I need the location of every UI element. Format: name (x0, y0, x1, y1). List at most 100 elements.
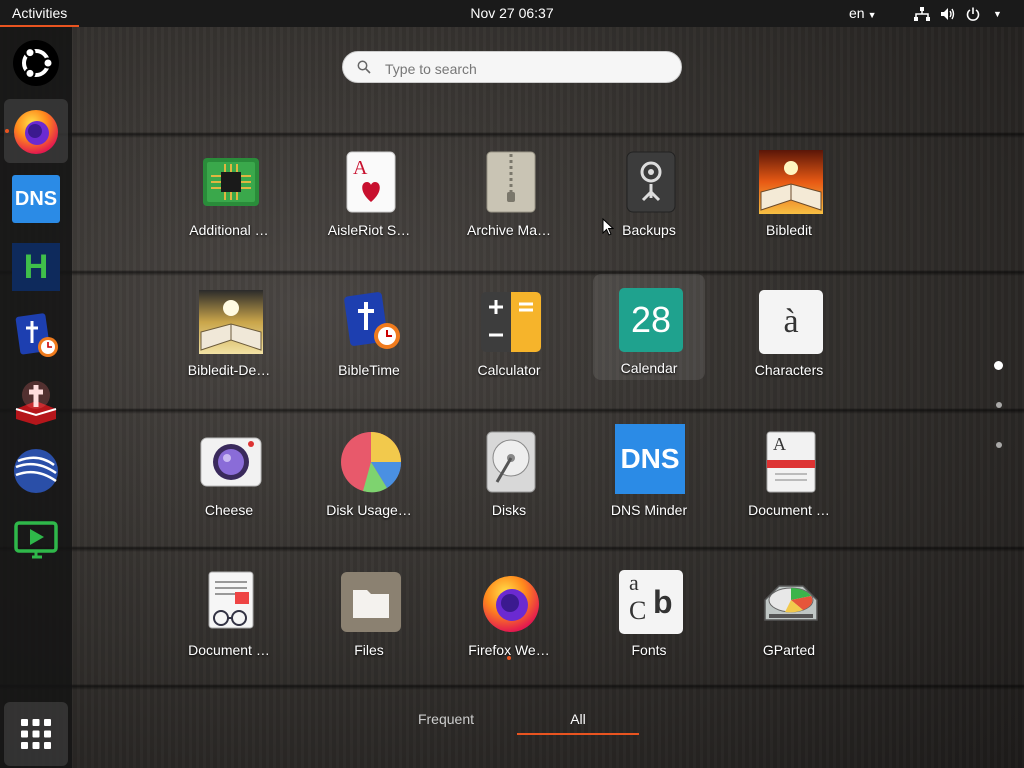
app-bibledit[interactable]: Bibledit (733, 144, 845, 256)
dock-screencast-app[interactable] (4, 507, 68, 571)
chevron-down-icon: ▼ (867, 10, 877, 20)
firefox-icon (483, 576, 539, 632)
app-bibledit-desktop[interactable]: Bibledit-De… (173, 284, 285, 396)
bibletime-icon (15, 313, 58, 357)
app-label: DNS Minder (610, 502, 688, 518)
app-label: Archive Ma… (466, 222, 552, 238)
ubuntu-logo-icon (13, 40, 59, 86)
network-icon (914, 6, 930, 21)
app-bibletime[interactable]: BibleTime (313, 284, 425, 396)
app-label: Fonts (631, 642, 667, 658)
app-calculator[interactable]: Calculator (453, 284, 565, 396)
tab-frequent[interactable]: Frequent (400, 711, 492, 727)
characters-icon: à (759, 290, 823, 354)
app-document-scanner[interactable]: Document … (173, 564, 285, 676)
svg-text:A: A (353, 157, 368, 179)
app-fonts[interactable]: a C b Fonts (593, 564, 705, 676)
clock-button[interactable]: Nov 27 06:37 (470, 5, 553, 21)
search-input[interactable] (383, 57, 667, 81)
running-indicator (5, 129, 9, 133)
app-label: Cheese (204, 502, 254, 518)
app-disk-usage[interactable]: Disk Usage… (313, 424, 425, 536)
app-label: Disks (491, 502, 527, 518)
document-viewer-letter: A (773, 434, 786, 454)
app-label: Document … (748, 502, 830, 518)
app-backups[interactable]: Backups (593, 144, 705, 256)
app-archive-manager[interactable]: Archive Ma… (453, 144, 565, 256)
tab-active-underline (517, 733, 639, 735)
dock-bible-app[interactable] (4, 371, 68, 435)
grid-icon (21, 719, 51, 749)
h-app-icon: H (12, 243, 60, 291)
app-gparted[interactable]: GParted (733, 564, 845, 676)
dns-icon: DNS (12, 175, 60, 223)
chip-icon (203, 158, 259, 206)
dock-ubuntu[interactable] (4, 31, 68, 95)
calendar-icon: 28 (619, 288, 683, 352)
bible-icon (15, 381, 57, 425)
app-files[interactable]: Files (313, 564, 425, 676)
pie-chart-icon (341, 432, 402, 493)
running-indicator (507, 656, 511, 660)
camera-icon (200, 437, 262, 487)
mouse-pointer-icon (602, 218, 614, 236)
dock-globe-app[interactable] (4, 439, 68, 503)
search-icon (357, 60, 371, 74)
bibledit-icon (759, 150, 823, 214)
app-dns-minder[interactable]: DNS DNS Minder (593, 424, 705, 536)
app-cheese[interactable]: Cheese (173, 424, 285, 536)
app-label: Additional … (189, 222, 269, 238)
top-bar: Activities Nov 27 06:37 en ▼ ▼ (0, 0, 1024, 27)
page-indicator-active[interactable] (994, 361, 1003, 370)
folder-icon (341, 572, 401, 632)
dock-firefox[interactable] (4, 99, 68, 163)
app-document-viewer[interactable]: A Document … (733, 424, 845, 536)
app-label: GParted (762, 642, 816, 658)
app-label: AisleRiot S… (327, 222, 411, 238)
screencast-icon (14, 521, 58, 559)
bibletime-icon (344, 292, 400, 349)
power-icon (966, 7, 980, 21)
dock-h-app[interactable]: H (4, 235, 68, 299)
gparted-icon (764, 585, 818, 621)
globe-icon (14, 449, 58, 493)
fonts-icon: a C b (619, 570, 683, 634)
firefox-icon (14, 110, 58, 154)
app-calendar[interactable]: 28 Calendar (593, 274, 705, 380)
app-label: Disk Usage… (326, 502, 412, 518)
activities-button[interactable]: Activities (0, 0, 80, 27)
system-tray[interactable]: ▼ (914, 0, 1002, 27)
archive-icon (486, 151, 536, 213)
language-label: en (849, 5, 865, 21)
app-label: Calendar (620, 360, 678, 376)
dock: DNS H (0, 27, 72, 768)
disk-icon (486, 431, 536, 493)
app-additional-drivers[interactable]: Additional … (173, 144, 285, 256)
app-label: Characters (754, 362, 824, 378)
search-bar[interactable] (342, 51, 682, 83)
app-aisleriot[interactable]: A AisleRiot S… (313, 144, 425, 256)
backups-safe-icon (626, 151, 676, 213)
chevron-down-icon: ▼ (993, 8, 1002, 19)
page-indicator[interactable] (996, 402, 1002, 408)
app-label: Document … (188, 642, 270, 658)
show-applications-button[interactable] (4, 702, 68, 766)
app-disks[interactable]: Disks (453, 424, 565, 536)
playing-card-icon: A (346, 151, 396, 213)
tab-all-label: All (570, 711, 586, 727)
dock-dns-minder[interactable]: DNS (4, 167, 68, 231)
tab-all[interactable]: All (517, 711, 639, 735)
volume-icon (941, 7, 955, 20)
page-indicator[interactable] (996, 442, 1002, 448)
app-characters[interactable]: à Characters (733, 284, 845, 396)
app-label: Calculator (477, 362, 541, 378)
language-selector[interactable]: en ▼ (849, 0, 877, 29)
app-firefox[interactable]: Firefox We… (453, 564, 565, 676)
app-label: Files (354, 642, 384, 658)
dock-bibletime[interactable] (4, 303, 68, 367)
dns-icon: DNS (615, 424, 685, 494)
app-label: BibleTime (338, 362, 400, 378)
bibledit-desktop-icon (199, 290, 263, 354)
app-label: Bibledit-De… (187, 362, 271, 378)
document-viewer-icon (766, 431, 816, 493)
